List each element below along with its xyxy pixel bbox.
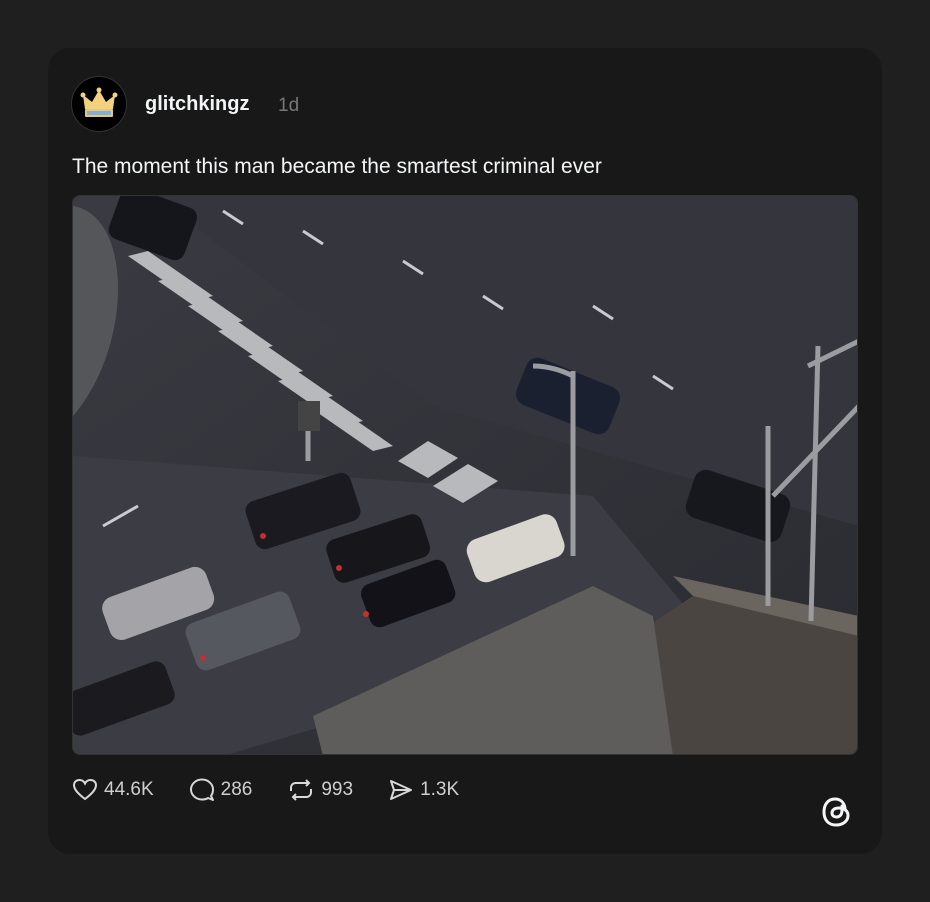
comment-count: 286 [220,779,253,800]
like-count: 44.6K [104,779,154,800]
post-video[interactable] [72,195,858,755]
repost-button[interactable]: 993 [287,778,353,802]
action-bar: 44.6K 286 993 1.3K [72,778,494,802]
like-button[interactable]: 44.6K [72,778,154,802]
repost-icon [290,779,313,801]
post-card: glitchkingz 1d The moment this man becam… [48,48,882,854]
share-count: 1.3K [420,779,460,800]
threads-logo-icon [822,797,850,827]
crown-icon [80,87,118,117]
post-caption: The moment this man became the smartest … [72,155,602,178]
threads-logo [820,794,854,835]
avatar[interactable] [71,76,127,132]
heart-icon [72,778,98,801]
post-time: 1d [278,95,300,116]
comment-icon [189,778,214,801]
video-thumbnail [73,196,857,754]
username[interactable]: glitchkingz [145,93,249,116]
comment-button[interactable]: 286 [189,778,253,802]
send-icon [390,780,413,800]
repost-count: 993 [321,779,354,800]
share-button[interactable]: 1.3K [388,778,459,802]
